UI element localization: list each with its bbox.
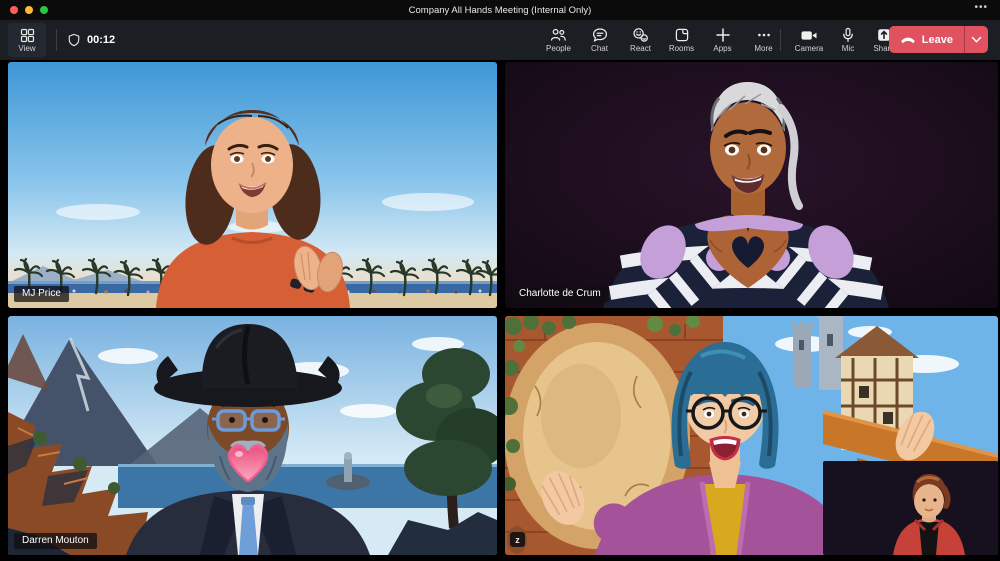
view-button-label: View xyxy=(18,43,36,53)
leave-button-label: Leave xyxy=(921,33,953,46)
more-button[interactable]: More xyxy=(743,23,784,57)
self-hair-side xyxy=(941,485,951,509)
rooms-button[interactable]: Rooms xyxy=(661,23,702,57)
chat-button-label: Chat xyxy=(591,44,608,53)
view-button[interactable]: View xyxy=(8,23,46,57)
charlotte-avatar-scene xyxy=(505,62,998,308)
rooms-button-label: Rooms xyxy=(668,44,695,53)
video-grid: MJ Price Charlotte de Crum Darren Mouton… xyxy=(0,60,1000,561)
meeting-timer-group: 00:12 xyxy=(67,23,115,57)
people-button-label: People xyxy=(546,44,571,53)
toolbar-center-group: People Chat React Rooms Apps More xyxy=(538,23,784,57)
tie-knot xyxy=(241,497,255,505)
traffic-lights xyxy=(10,6,48,14)
toolbar-divider-2 xyxy=(780,29,781,51)
apps-plus-icon xyxy=(715,28,730,42)
video-tile-charlotte-de-crum[interactable]: Charlotte de Crum xyxy=(505,62,998,308)
chat-icon xyxy=(592,28,607,42)
react-button[interactable]: React xyxy=(620,23,661,57)
toolbar-device-group: Camera Mic Share xyxy=(788,23,902,57)
chat-button[interactable]: Chat xyxy=(579,23,620,57)
apps-button-label: Apps xyxy=(713,44,732,53)
mic-icon xyxy=(843,27,853,42)
leave-button[interactable]: Leave xyxy=(889,26,964,53)
titlebar: Company All Hands Meeting (Internal Only… xyxy=(0,0,1000,20)
darren-avatar-scene xyxy=(8,316,497,555)
camera-button-label: Camera xyxy=(794,43,824,53)
grid-view-icon xyxy=(20,28,34,42)
pip-self-view[interactable] xyxy=(823,461,998,555)
close-window-button[interactable] xyxy=(10,6,18,14)
video-tile-blue-haired-participant[interactable]: z xyxy=(505,316,998,555)
self-face xyxy=(914,484,944,518)
meeting-timer: 00:12 xyxy=(87,34,116,46)
window-more-icon[interactable]: ••• xyxy=(974,2,988,13)
participant-name-label: MJ Price xyxy=(14,286,69,302)
mic-button-label: Mic xyxy=(841,44,855,53)
apps-button[interactable]: Apps xyxy=(702,23,743,57)
window-title: Company All Hands Meeting (Internal Only… xyxy=(408,4,592,16)
minimize-window-button[interactable] xyxy=(25,6,33,14)
hangup-icon xyxy=(900,37,915,43)
participant-name-label: Charlotte de Crum xyxy=(511,286,609,302)
video-tile-darren-mouton[interactable]: Darren Mouton xyxy=(8,316,497,555)
chevron-down-icon xyxy=(971,36,982,43)
participant-badge: z xyxy=(510,532,525,547)
react-button-label: React xyxy=(630,44,651,53)
participant-name-label: Darren Mouton xyxy=(14,533,97,549)
leave-options-button[interactable] xyxy=(965,26,988,53)
teams-meeting-window: Company All Hands Meeting (Internal Only… xyxy=(0,0,1000,561)
people-icon xyxy=(550,28,566,41)
zoom-window-button[interactable] xyxy=(40,6,48,14)
camera-icon xyxy=(801,30,817,40)
more-ellipsis-icon xyxy=(757,33,770,37)
video-tile-mj-price[interactable]: MJ Price xyxy=(8,62,497,308)
mj-price-avatar-scene xyxy=(8,62,497,308)
camera-button[interactable]: Camera xyxy=(788,23,830,57)
toolbar-left-group: View 00:12 xyxy=(8,23,115,57)
rooms-icon xyxy=(675,28,688,42)
shield-icon xyxy=(68,33,80,47)
toolbar-divider xyxy=(56,29,57,51)
mic-button[interactable]: Mic xyxy=(830,23,866,57)
leave-split-button: Leave xyxy=(888,26,988,53)
people-button[interactable]: People xyxy=(538,23,579,57)
open-mouth xyxy=(709,436,741,461)
village-avatar-scene xyxy=(505,316,998,555)
more-button-label: More xyxy=(754,44,773,53)
react-icon xyxy=(633,28,648,42)
meeting-toolbar: View 00:12 People Chat React Rooms Apps … xyxy=(0,20,1000,60)
